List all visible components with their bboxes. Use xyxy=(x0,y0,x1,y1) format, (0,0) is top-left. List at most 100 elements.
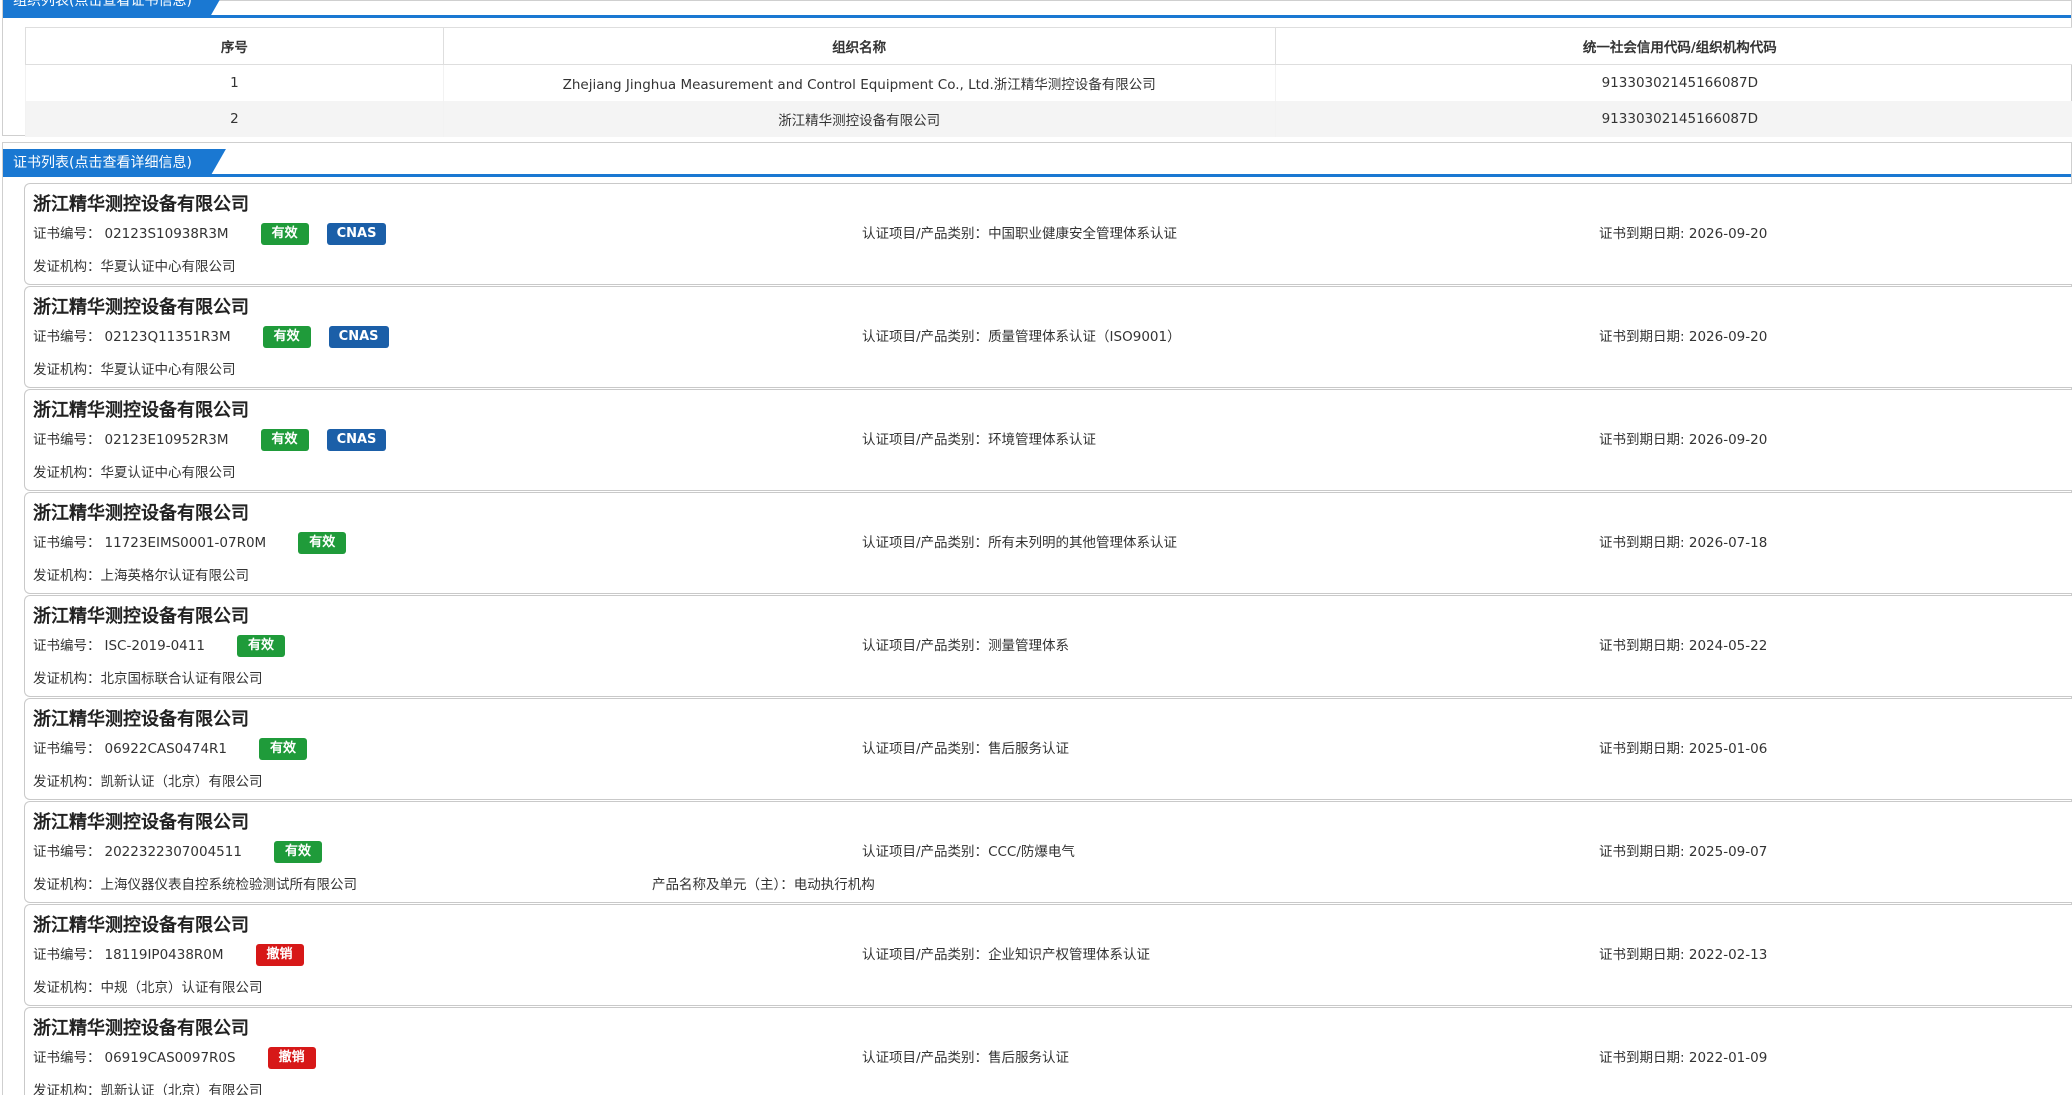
cert-item: 认证项目/产品类别：质量管理体系认证（ISO9001） xyxy=(862,325,1181,349)
cert-card[interactable]: 浙江精华测控设备有限公司 证书编号： 06922CAS0474R1 有效 认证项目/… xyxy=(24,698,2072,800)
org-row-index: 2 xyxy=(25,101,444,137)
cert-item-value: 所有未列明的其他管理体系认证 xyxy=(988,535,1178,551)
cert-item-label: 认证项目/产品类别： xyxy=(862,844,989,860)
cert-company-name[interactable]: 浙江精华测控设备有限公司 xyxy=(33,911,249,937)
cert-company-name[interactable]: 浙江精华测控设备有限公司 xyxy=(33,190,249,216)
cert-company-name[interactable]: 浙江精华测控设备有限公司 xyxy=(33,293,249,319)
cert-number-value: 06922CAS0474R1 xyxy=(104,741,228,757)
section-divider xyxy=(3,15,2071,18)
cert-item-value: 中国职业健康安全管理体系认证 xyxy=(988,226,1178,242)
cert-card[interactable]: 浙江精华测控设备有限公司 证书编号： 02123S10938R3M 有效 CNAS 认… xyxy=(24,183,2072,285)
cert-issuer-label: 发证机构： xyxy=(33,877,101,893)
cert-list-tab[interactable]: 证书列表(点击查看详细信息) xyxy=(3,149,226,177)
cert-expiry-label: 证书到期日期: xyxy=(1599,638,1685,654)
cert-issuer-value: 华夏认证中心有限公司 xyxy=(100,259,236,275)
org-table-row[interactable]: 2 浙江精华测控设备有限公司 91330302145166087D xyxy=(25,101,2072,137)
cert-item-value: 售后服务认证 xyxy=(988,741,1070,757)
status-badge: 有效 xyxy=(236,635,285,657)
cert-number: 证书编号： 02123Q11351R3M 有效 CNAS xyxy=(33,325,389,349)
cert-number-value: 02123Q11351R3M xyxy=(104,329,231,345)
cert-number: 证书编号： 2022322307004511 有效 xyxy=(33,840,322,864)
cert-number-label: 证书编号： xyxy=(33,432,101,448)
cert-item-value: 环境管理体系认证 xyxy=(988,432,1097,448)
cert-issuer-value: 凯新认证（北京）有限公司 xyxy=(100,774,263,790)
cert-issuer: 发证机构：北京国标联合认证有限公司 xyxy=(33,668,263,690)
cert-card[interactable]: 浙江精华测控设备有限公司 证书编号： 11723EIMS0001-07R0M 有效 … xyxy=(24,492,2072,594)
org-row-name[interactable]: 浙江精华测控设备有限公司 xyxy=(442,101,1276,137)
cert-item-value: 测量管理体系 xyxy=(988,638,1070,654)
cert-expiry-value: 2026-09-20 xyxy=(1688,432,1768,448)
status-badge: 撤销 xyxy=(255,944,304,966)
cert-company-name[interactable]: 浙江精华测控设备有限公司 xyxy=(33,808,249,834)
cert-company-name[interactable]: 浙江精华测控设备有限公司 xyxy=(33,1014,249,1040)
cert-number-value: 02123E10952R3M xyxy=(104,432,229,448)
cert-expiry: 证书到期日期: 2022-01-09 xyxy=(1599,1046,1767,1070)
cert-item-value: CCC/防爆电气 xyxy=(988,844,1075,860)
cert-number: 证书编号： 02123S10938R3M 有效 CNAS xyxy=(33,222,387,246)
cert-card[interactable]: 浙江精华测控设备有限公司 证书编号： 02123Q11351R3M 有效 CNAS 认… xyxy=(24,286,2072,388)
cert-item-value: 售后服务认证 xyxy=(988,1050,1070,1066)
cert-company-name[interactable]: 浙江精华测控设备有限公司 xyxy=(33,396,249,422)
status-badge: 有效 xyxy=(262,326,311,348)
cert-card[interactable]: 浙江精华测控设备有限公司 证书编号： 06919CAS0097R0S 撤销 认证项目… xyxy=(24,1007,2072,1095)
cert-number: 证书编号： 06922CAS0474R1 有效 xyxy=(33,737,308,761)
cert-item-label: 认证项目/产品类别： xyxy=(862,226,989,242)
cert-item: 认证项目/产品类别：环境管理体系认证 xyxy=(862,428,1096,452)
cert-item-label: 认证项目/产品类别： xyxy=(862,535,989,551)
cert-item-label: 认证项目/产品类别： xyxy=(862,329,989,345)
cert-expiry-value: 2024-05-22 xyxy=(1688,638,1768,654)
cert-issuer-value: 凯新认证（北京）有限公司 xyxy=(100,1083,263,1095)
cert-card[interactable]: 浙江精华测控设备有限公司 证书编号： ISC-2019-0411 有效 认证项目/产… xyxy=(24,595,2072,697)
cert-number-label: 证书编号： xyxy=(33,1050,101,1066)
cert-issuer-label: 发证机构： xyxy=(33,465,101,481)
cert-product-label: 产品名称及单元（主）： xyxy=(652,877,794,893)
status-badge: 有效 xyxy=(260,429,309,451)
cert-list-section: 证书列表(点击查看详细信息) 浙江精华测控设备有限公司 证书编号： 02123S1… xyxy=(2,142,2072,1095)
cert-item: 认证项目/产品类别：售后服务认证 xyxy=(862,1046,1069,1070)
cert-card[interactable]: 浙江精华测控设备有限公司 证书编号： 2022322307004511 有效 认证项… xyxy=(24,801,2072,903)
cert-card[interactable]: 浙江精华测控设备有限公司 证书编号： 18119IP0438R0M 撤销 认证项目/… xyxy=(24,904,2072,1006)
status-badge: 有效 xyxy=(260,223,309,245)
cert-expiry: 证书到期日期: 2026-09-20 xyxy=(1599,428,1767,452)
page: 组织列表(点击查看证书信息) 序号 组织名称 统一社会信用代码/组织机构代码 1… xyxy=(0,0,2072,1095)
cert-number-label: 证书编号： xyxy=(33,947,101,963)
cert-item: 认证项目/产品类别：CCC/防爆电气 xyxy=(862,840,1075,864)
cert-item: 认证项目/产品类别：测量管理体系 xyxy=(862,634,1069,658)
cert-card[interactable]: 浙江精华测控设备有限公司 证书编号： 02123E10952R3M 有效 CNAS 认… xyxy=(24,389,2072,491)
cert-expiry-value: 2022-02-13 xyxy=(1688,947,1768,963)
cert-issuer: 发证机构：华夏认证中心有限公司 xyxy=(33,256,236,278)
org-row-code: 91330302145166087D xyxy=(1274,101,2072,137)
org-row-index: 1 xyxy=(25,64,444,101)
cert-number-label: 证书编号： xyxy=(33,535,101,551)
cert-issuer: 发证机构：凯新认证（北京）有限公司 xyxy=(33,1080,263,1095)
cert-expiry-value: 2026-09-20 xyxy=(1688,226,1768,242)
cnas-badge: CNAS xyxy=(326,223,387,245)
org-list-tab[interactable]: 组织列表(点击查看证书信息) xyxy=(3,0,226,17)
header-credit-code: 统一社会信用代码/组织机构代码 xyxy=(1274,27,2072,65)
cert-issuer: 发证机构：中规（北京）认证有限公司 xyxy=(33,977,263,999)
cert-company-name[interactable]: 浙江精华测控设备有限公司 xyxy=(33,602,249,628)
cert-company-name[interactable]: 浙江精华测控设备有限公司 xyxy=(33,499,249,525)
cert-expiry: 证书到期日期: 2022-02-13 xyxy=(1599,943,1767,967)
status-badge: 撤销 xyxy=(267,1047,316,1069)
cert-item: 认证项目/产品类别：中国职业健康安全管理体系认证 xyxy=(862,222,1177,246)
cert-number-label: 证书编号： xyxy=(33,329,101,345)
cnas-badge: CNAS xyxy=(328,326,389,348)
cert-expiry-value: 2022-01-09 xyxy=(1688,1050,1768,1066)
cert-item: 认证项目/产品类别：所有未列明的其他管理体系认证 xyxy=(862,531,1177,555)
cert-issuer-value: 中规（北京）认证有限公司 xyxy=(100,980,263,996)
cert-issuer: 发证机构：华夏认证中心有限公司 xyxy=(33,462,236,484)
cert-number-label: 证书编号： xyxy=(33,844,101,860)
cert-product-value: 电动执行机构 xyxy=(793,877,875,893)
org-row-name[interactable]: Zhejiang Jinghua Measurement and Control… xyxy=(442,64,1276,101)
cert-number-value: ISC-2019-0411 xyxy=(104,638,205,654)
cert-item-label: 认证项目/产品类别： xyxy=(862,432,989,448)
cert-item: 认证项目/产品类别：企业知识产权管理体系认证 xyxy=(862,943,1150,967)
org-table: 序号 组织名称 统一社会信用代码/组织机构代码 1 Zhejiang Jingh… xyxy=(25,27,2072,137)
org-table-row[interactable]: 1 Zhejiang Jinghua Measurement and Contr… xyxy=(25,64,2072,101)
cert-issuer-label: 发证机构： xyxy=(33,671,101,687)
cert-expiry-value: 2025-01-06 xyxy=(1688,741,1768,757)
cert-item-value: 质量管理体系认证（ISO9001） xyxy=(988,329,1181,345)
cert-company-name[interactable]: 浙江精华测控设备有限公司 xyxy=(33,705,249,731)
cert-expiry-label: 证书到期日期: xyxy=(1599,741,1685,757)
